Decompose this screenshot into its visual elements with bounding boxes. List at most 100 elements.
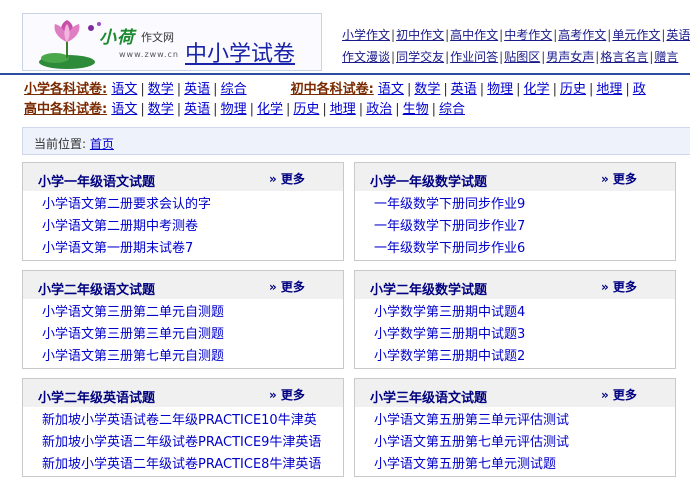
top-link-gaokao-essay[interactable]: 高考作文	[558, 28, 606, 42]
panel-grade1-chinese: 小学一年级语文试题 » 更多 小学语文第二册要求会认的字 小学语文第二册期中考测…	[22, 162, 344, 261]
primary-subjects-label[interactable]: 小学各科试卷:	[24, 82, 107, 97]
primary-math-link[interactable]: 数学	[148, 82, 174, 97]
junior-physics-link[interactable]: 物理	[487, 82, 513, 97]
top-link-primary-essay[interactable]: 小学作文	[342, 28, 390, 42]
panel-list: 一年级数学下册同步作业9 一年级数学下册同步作业7 一年级数学下册同步作业6	[355, 191, 675, 260]
breadcrumb-home-link[interactable]: 首页	[90, 137, 114, 151]
breadcrumb: 当前位置: 首页	[22, 127, 690, 155]
panel-grade3-chinese: 小学三年级语文试题 » 更多 小学语文第五册第三单元评估测试 小学语文第五册第七…	[354, 378, 676, 477]
junior-subjects-label[interactable]: 初中各科试卷:	[291, 82, 374, 97]
top-link-essay-talk[interactable]: 作文漫谈	[342, 50, 390, 64]
top-link-unit-essay[interactable]: 单元作文	[612, 28, 660, 42]
more-link[interactable]: » 更多	[601, 386, 637, 403]
list-item: 新加坡小学英语二年级试卷PRACTICE9牛津英语	[42, 432, 343, 454]
more-link[interactable]: » 更多	[269, 386, 305, 403]
site-header: 小荷 作文网 www.zww.cn 中小学试卷 小学作文|初中作文|高中作文|中…	[0, 0, 690, 72]
list-item: 一年级数学下册同步作业9	[374, 194, 675, 216]
list-item: 新加坡小学英语二年级试卷PRACTICE8牛津英语	[42, 454, 343, 476]
senior-physics-link[interactable]: 物理	[221, 102, 247, 117]
more-link[interactable]: » 更多	[269, 278, 305, 295]
article-link[interactable]: 小学语文第五册第七单元评估测试	[374, 435, 569, 450]
top-link-homework-qa[interactable]: 作业问答	[450, 50, 498, 64]
top-link-voices[interactable]: 男声女声	[546, 50, 594, 64]
top-link-senior-essay[interactable]: 高中作文	[450, 28, 498, 42]
senior-subjects-label[interactable]: 高中各科试卷:	[24, 102, 107, 117]
article-link[interactable]: 新加坡小学英语试卷二年级PRACTICE10牛津英	[42, 413, 317, 428]
junior-chinese-link[interactable]: 语文	[378, 82, 404, 97]
panel-list: 新加坡小学英语试卷二年级PRACTICE10牛津英 新加坡小学英语二年级试卷PR…	[23, 407, 343, 476]
primary-general-link[interactable]: 综合	[221, 82, 247, 97]
top-link-junior-essay[interactable]: 初中作文	[396, 28, 444, 42]
article-link[interactable]: 小学语文第三册第七单元自测题	[42, 349, 224, 364]
list-item: 小学语文第三册第三单元自测题	[42, 324, 343, 346]
article-link[interactable]: 小学语文第一册期末试卷7	[42, 241, 193, 256]
list-item: 小学语文第五册第三单元评估测试	[374, 410, 675, 432]
logo-brand-text: 小荷	[99, 28, 135, 48]
separator: |	[322, 102, 327, 117]
senior-math-link[interactable]: 数学	[148, 102, 174, 117]
panel-list: 小学语文第二册要求会认的字 小学语文第二册期中考测卷 小学语文第一册期末试卷7	[23, 191, 343, 260]
site-logo[interactable]: 小荷 作文网 www.zww.cn 中小学试卷	[22, 13, 322, 71]
separator: |	[516, 82, 521, 97]
senior-general-link[interactable]: 综合	[439, 102, 465, 117]
junior-math-link[interactable]: 数学	[414, 82, 440, 97]
breadcrumb-prefix: 当前位置:	[34, 137, 87, 151]
top-link-english[interactable]: 英语	[666, 28, 690, 42]
article-link[interactable]: 小学数学第三册期中试题3	[374, 327, 525, 342]
separator: |	[395, 102, 400, 117]
senior-politics-link[interactable]: 政治	[366, 102, 392, 117]
senior-english-link[interactable]: 英语	[184, 102, 210, 117]
subject-categories: 小学各科试卷: 语文 | 数学 | 英语 | 综合 初中各科试卷: 语文 | 数学 | 英语 | 物理 | 化…	[24, 80, 646, 120]
top-link-image-board[interactable]: 贴图区	[504, 50, 540, 64]
senior-chinese-link[interactable]: 语文	[111, 102, 137, 117]
article-link[interactable]: 小学语文第五册第三单元评估测试	[374, 413, 569, 428]
top-link-zhongkao-essay[interactable]: 中考作文	[504, 28, 552, 42]
separator: |	[285, 102, 291, 117]
senior-geography-link[interactable]: 地理	[330, 102, 356, 117]
panel-header: 小学二年级数学试题 » 更多	[355, 271, 675, 299]
primary-english-link[interactable]: 英语	[184, 82, 210, 97]
list-item: 小学语文第二册要求会认的字	[42, 194, 343, 216]
junior-chemistry-link[interactable]: 化学	[524, 82, 550, 97]
panel-grade2-english: 小学二年级英语试题 » 更多 新加坡小学英语试卷二年级PRACTICE10牛津英…	[22, 378, 344, 477]
senior-biology-link[interactable]: 生物	[403, 102, 429, 117]
article-link[interactable]: 新加坡小学英语二年级试卷PRACTICE8牛津英语	[42, 457, 321, 472]
more-link[interactable]: » 更多	[601, 278, 637, 295]
primary-chinese-link[interactable]: 语文	[111, 82, 137, 97]
list-item: 一年级数学下册同步作业6	[374, 238, 675, 260]
separator: |	[358, 102, 364, 117]
site-title-link[interactable]: 中小学试卷	[185, 36, 295, 68]
top-link-quotes[interactable]: 格言名言	[600, 50, 648, 64]
senior-history-link[interactable]: 历史	[293, 102, 319, 117]
article-link[interactable]: 小学语文第二册要求会认的字	[42, 197, 211, 212]
category-line-2: 高中各科试卷: 语文 | 数学 | 英语 | 物理 | 化学 | 历史 | 地理 | 政治 | 生物 | 综合	[24, 100, 646, 120]
article-link[interactable]: 新加坡小学英语二年级试卷PRACTICE9牛津英语	[42, 435, 321, 450]
article-link[interactable]: 小学语文第三册第三单元自测题	[42, 327, 224, 342]
article-link[interactable]: 小学数学第三册期中试题2	[374, 349, 525, 364]
top-link-farewell[interactable]: 赠言	[654, 50, 678, 64]
article-link[interactable]: 一年级数学下册同步作业9	[374, 197, 525, 212]
junior-geography-link[interactable]: 地理	[596, 82, 622, 97]
article-link[interactable]: 小学数学第三册期中试题4	[374, 305, 525, 320]
more-link[interactable]: » 更多	[269, 170, 305, 187]
article-link[interactable]: 小学语文第三册第二单元自测题	[42, 305, 224, 320]
panel-title: 小学一年级数学试题	[370, 175, 488, 190]
senior-chemistry-link[interactable]: 化学	[257, 102, 283, 117]
article-link[interactable]: 一年级数学下册同步作业7	[374, 219, 525, 234]
article-link[interactable]: 小学语文第二册期中考测卷	[42, 219, 198, 234]
panel-header: 小学三年级语文试题 » 更多	[355, 379, 675, 407]
separator: |	[406, 82, 412, 97]
logo-subtitle: 作文网	[141, 31, 174, 44]
more-link[interactable]: » 更多	[601, 170, 637, 187]
junior-politics-link[interactable]: 政	[633, 82, 646, 97]
separator: |	[625, 82, 630, 97]
junior-history-link[interactable]: 历史	[560, 82, 586, 97]
panel-header: 小学二年级英语试题 » 更多	[23, 379, 343, 407]
article-link[interactable]: 一年级数学下册同步作业6	[374, 241, 525, 256]
separator: |	[249, 102, 254, 117]
article-link[interactable]: 小学语文第五册第七单元测试题	[374, 457, 556, 472]
junior-english-link[interactable]: 英语	[451, 82, 477, 97]
separator: |	[588, 82, 594, 97]
top-nav: 小学作文|初中作文|高中作文|中考作文|高考作文|单元作文|英语 作文漫谈|同学…	[342, 24, 690, 68]
top-link-classmates[interactable]: 同学交友	[396, 50, 444, 64]
